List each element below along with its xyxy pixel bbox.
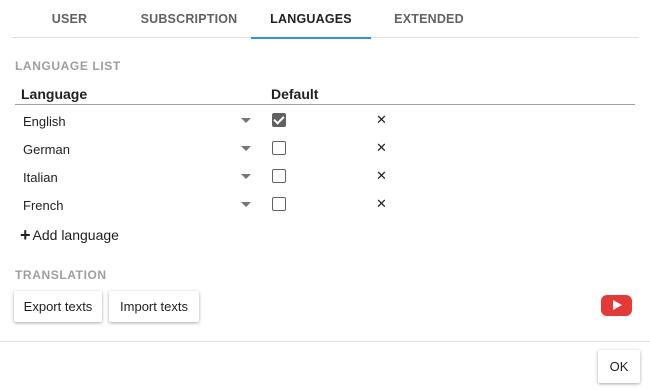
language-list-heading: LANGUAGE LIST — [15, 59, 121, 73]
tab-languages[interactable]: LANGUAGES — [251, 0, 371, 39]
chevron-down-icon[interactable] — [241, 202, 251, 207]
language-name: French — [23, 198, 64, 213]
language-name: Italian — [23, 170, 58, 185]
close-icon[interactable]: ✕ — [376, 168, 387, 184]
language-table-header: Language Default — [15, 84, 635, 105]
tab-subscription[interactable]: SUBSCRIPTION — [127, 0, 251, 38]
add-language-button[interactable]: + Add language — [20, 225, 119, 245]
chevron-down-icon[interactable] — [241, 146, 251, 151]
tab-user[interactable]: USER — [12, 0, 127, 38]
table-row: French ✕ — [15, 191, 635, 219]
table-row: English ✕ — [15, 107, 635, 135]
ok-button[interactable]: OK — [598, 350, 640, 383]
footer-divider — [0, 341, 650, 342]
language-name: English — [23, 114, 66, 129]
add-language-label: Add language — [32, 227, 119, 243]
import-texts-button[interactable]: Import texts — [109, 291, 199, 322]
language-name: German — [23, 142, 70, 157]
table-row: Italian ✕ — [15, 163, 635, 191]
plus-icon: + — [20, 225, 31, 245]
translation-heading: TRANSLATION — [15, 268, 107, 282]
column-header-language: Language — [21, 86, 88, 102]
default-checkbox[interactable] — [272, 197, 286, 211]
default-checkbox[interactable] — [272, 169, 286, 183]
export-texts-button[interactable]: Export texts — [14, 291, 102, 322]
tab-extended[interactable]: EXTENDED — [371, 0, 487, 38]
close-icon[interactable]: ✕ — [376, 112, 387, 128]
chevron-down-icon[interactable] — [241, 174, 251, 179]
chevron-down-icon[interactable] — [241, 118, 251, 123]
youtube-play-icon[interactable] — [601, 295, 632, 316]
close-icon[interactable]: ✕ — [376, 140, 387, 156]
tab-bar: USER SUBSCRIPTION LANGUAGES EXTENDED — [12, 0, 639, 39]
close-icon[interactable]: ✕ — [376, 196, 387, 212]
column-header-default: Default — [271, 86, 319, 102]
table-row: German ✕ — [15, 135, 635, 163]
default-checkbox[interactable] — [272, 113, 286, 127]
default-checkbox[interactable] — [272, 141, 286, 155]
